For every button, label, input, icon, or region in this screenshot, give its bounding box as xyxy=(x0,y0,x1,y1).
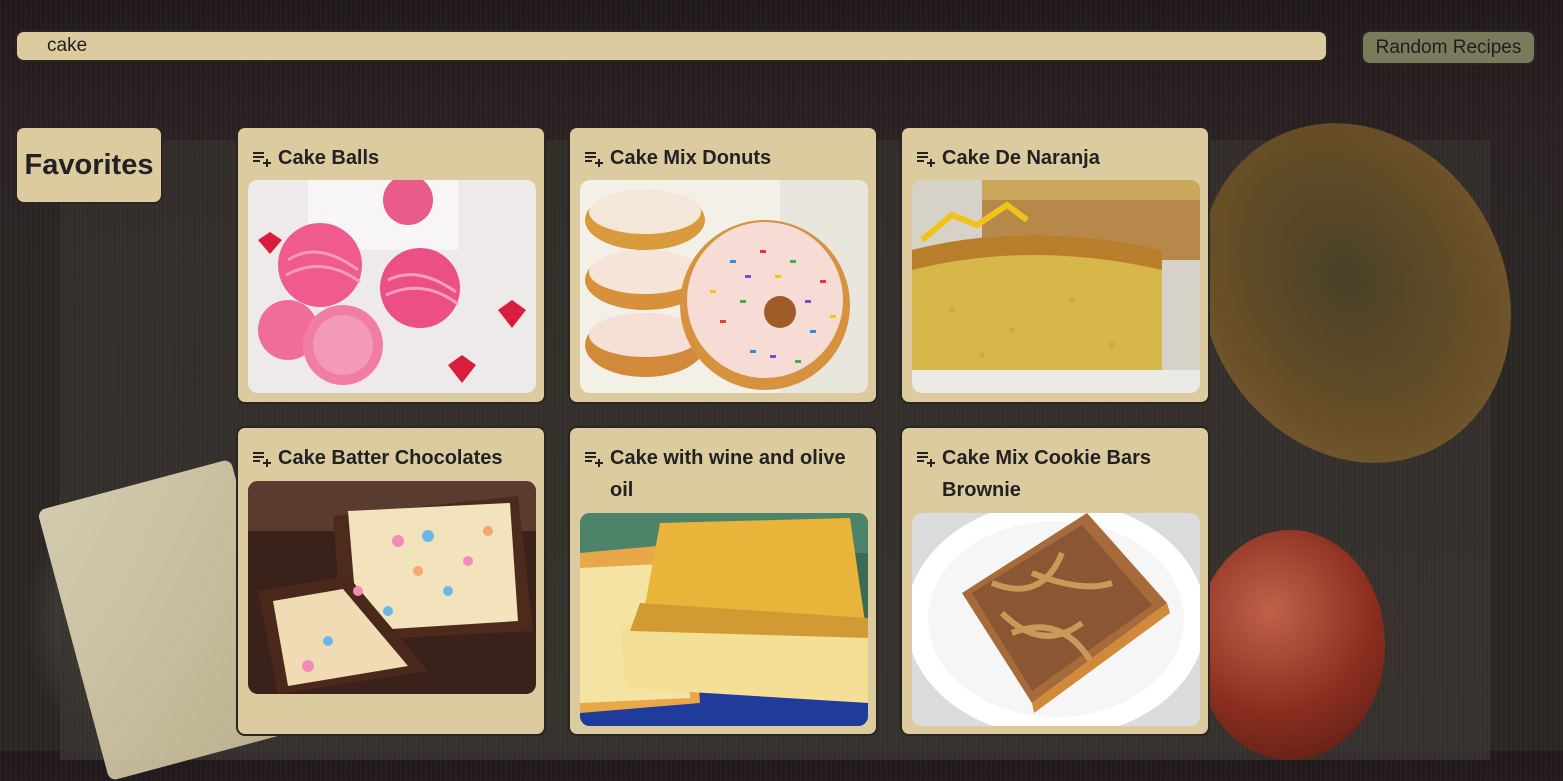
recipe-image[interactable] xyxy=(248,481,536,694)
recipe-card[interactable]: Cake De Naranja xyxy=(900,126,1210,404)
background-pear xyxy=(1195,530,1385,760)
recipe-image[interactable] xyxy=(580,180,868,393)
playlist-add-icon[interactable] xyxy=(582,446,606,470)
playlist-add-icon[interactable] xyxy=(250,146,274,170)
random-recipes-button[interactable]: Random Recipes xyxy=(1361,30,1536,65)
recipe-card-header: Cake Mix Cookie Bars Brownie xyxy=(914,442,1198,506)
recipe-card-header: Cake Mix Donuts xyxy=(582,142,866,174)
recipe-title[interactable]: Cake with wine and olive oil xyxy=(610,442,866,506)
recipe-title[interactable]: Cake Balls xyxy=(278,142,379,174)
playlist-add-icon[interactable] xyxy=(250,446,274,470)
recipe-card[interactable]: Cake Mix Cookie Bars Brownie xyxy=(900,426,1210,736)
recipe-card[interactable]: Cake Balls xyxy=(236,126,546,404)
recipe-card-header: Cake Balls xyxy=(250,142,534,174)
recipe-image[interactable] xyxy=(912,513,1200,726)
recipe-card[interactable]: Cake with wine and olive oil xyxy=(568,426,878,736)
recipe-image[interactable] xyxy=(248,180,536,393)
recipe-title[interactable]: Cake Batter Chocolates xyxy=(278,442,503,474)
recipe-card[interactable]: Cake Batter Chocolates xyxy=(236,426,546,736)
recipe-card-header: Cake De Naranja xyxy=(914,142,1198,174)
playlist-add-icon[interactable] xyxy=(582,146,606,170)
recipe-card-header: Cake with wine and olive oil xyxy=(582,442,866,506)
recipe-title[interactable]: Cake De Naranja xyxy=(942,142,1100,174)
recipe-title[interactable]: Cake Mix Donuts xyxy=(610,142,771,174)
search-bar xyxy=(15,30,1328,62)
recipe-card-header: Cake Batter Chocolates xyxy=(250,442,534,474)
search-input[interactable] xyxy=(17,32,1326,60)
recipe-card[interactable]: Cake Mix Donuts xyxy=(568,126,878,404)
playlist-add-icon[interactable] xyxy=(914,446,938,470)
favorites-button[interactable]: Favorites xyxy=(15,126,163,204)
recipe-image[interactable] xyxy=(912,180,1200,393)
recipe-title[interactable]: Cake Mix Cookie Bars Brownie xyxy=(942,442,1198,506)
recipe-image[interactable] xyxy=(580,513,868,726)
playlist-add-icon[interactable] xyxy=(914,146,938,170)
